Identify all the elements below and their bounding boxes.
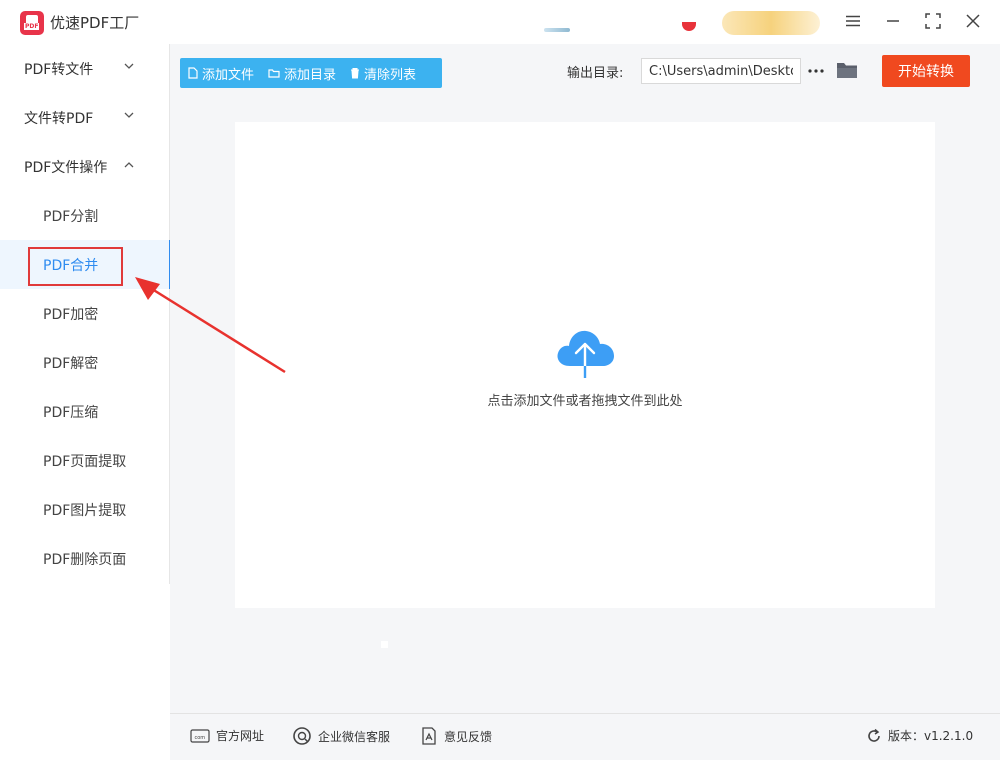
sidebar-item-pdf-split[interactable]: PDF分割 <box>0 191 170 240</box>
title-bar: 优速PDF工厂 <box>0 0 1000 44</box>
main-panel: 添加文件 添加目录 清除列表 输出目录: 开始转换 点击添加文件或者拖拽文件到此… <box>170 44 1000 760</box>
promo-banner-graphic <box>544 28 570 32</box>
more-options-icon[interactable] <box>807 58 825 84</box>
version-label: 版本：v1.2.1.0 <box>888 729 974 743</box>
sidebar-item-label: PDF压缩 <box>43 404 99 421</box>
sidebar-item-pdf-page-extract[interactable]: PDF页面提取 <box>0 436 170 485</box>
sidebar-group-label: PDF转文件 <box>24 61 94 78</box>
drop-hint: 点击添加文件或者拖拽文件到此处 <box>487 394 683 409</box>
maximize-icon[interactable] <box>918 8 948 34</box>
open-folder-icon[interactable] <box>836 61 858 81</box>
feedback-icon <box>422 727 436 745</box>
sidebar: PDF转文件 文件转PDF PDF文件操作 PDF分割 PDF合并 PDF加密 … <box>0 44 171 584</box>
website-link[interactable]: com 官方网址 <box>190 727 264 744</box>
clear-list-label: 清除列表 <box>364 67 417 83</box>
clear-list-button[interactable]: 清除列表 <box>350 64 416 83</box>
cloud-upload-icon <box>557 330 614 380</box>
chevron-up-icon <box>124 162 134 168</box>
promo-banner-graphic <box>682 22 696 31</box>
chat-icon <box>293 727 311 745</box>
sidebar-item-pdf-decrypt[interactable]: PDF解密 <box>0 338 170 387</box>
feedback-label: 意见反馈 <box>444 729 493 744</box>
sidebar-item-label: PDF图片提取 <box>43 502 127 519</box>
add-file-button[interactable]: 添加文件 <box>188 64 254 83</box>
file-drop-zone[interactable]: 点击添加文件或者拖拽文件到此处 <box>235 122 935 608</box>
add-directory-button[interactable]: 添加目录 <box>268 64 336 83</box>
app-title: 优速PDF工厂 <box>50 14 140 32</box>
output-dir-label: 输出目录: <box>567 66 624 81</box>
minimize-icon[interactable] <box>878 8 908 34</box>
file-icon <box>188 67 198 79</box>
sidebar-item-pdf-compress[interactable]: PDF压缩 <box>0 387 170 436</box>
sidebar-item-label: PDF分割 <box>43 208 99 225</box>
sidebar-group-label: PDF文件操作 <box>24 159 108 176</box>
sidebar-item-label: PDF解密 <box>43 355 99 372</box>
chevron-down-icon <box>124 63 134 69</box>
app-logo <box>20 11 44 35</box>
feedback-link[interactable]: 意见反馈 <box>420 727 492 745</box>
version-info[interactable]: 版本：v1.2.1.0 <box>866 727 973 744</box>
sidebar-item-pdf-image-extract[interactable]: PDF图片提取 <box>0 485 170 534</box>
sidebar-item-pdf-encrypt[interactable]: PDF加密 <box>0 289 170 338</box>
wechat-support-label: 企业微信客服 <box>318 729 391 744</box>
sidebar-group-label: 文件转PDF <box>24 110 94 127</box>
sidebar-group-file-to-pdf[interactable]: 文件转PDF <box>0 93 170 142</box>
sidebar-item-pdf-delete-page[interactable]: PDF删除页面 <box>0 534 170 583</box>
website-label: 官方网址 <box>216 729 265 743</box>
add-file-label: 添加文件 <box>202 67 255 83</box>
sidebar-item-label: PDF加密 <box>43 306 99 323</box>
refresh-icon <box>868 728 880 742</box>
svg-text:com: com <box>195 735 206 741</box>
output-dir-input[interactable] <box>641 58 801 84</box>
decorative-dot <box>381 641 388 648</box>
sidebar-item-label: PDF页面提取 <box>43 453 127 470</box>
wechat-support-link[interactable]: 企业微信客服 <box>292 727 390 745</box>
chevron-down-icon <box>124 112 134 118</box>
menu-icon[interactable] <box>838 8 868 34</box>
start-convert-button[interactable]: 开始转换 <box>882 55 970 87</box>
footer-divider <box>170 713 1000 714</box>
add-directory-label: 添加目录 <box>284 67 337 83</box>
sidebar-item-label: PDF删除页面 <box>43 551 127 568</box>
website-icon: com <box>190 728 210 743</box>
promo-banner-button[interactable] <box>722 11 820 35</box>
highlight-box <box>28 247 123 286</box>
trash-icon <box>351 67 360 79</box>
close-icon[interactable] <box>958 8 988 34</box>
sidebar-group-pdf-to-file[interactable]: PDF转文件 <box>0 44 170 93</box>
file-toolbar: 添加文件 添加目录 清除列表 <box>180 58 442 88</box>
folder-icon <box>268 69 280 78</box>
sidebar-group-pdf-operations[interactable]: PDF文件操作 <box>0 142 170 191</box>
